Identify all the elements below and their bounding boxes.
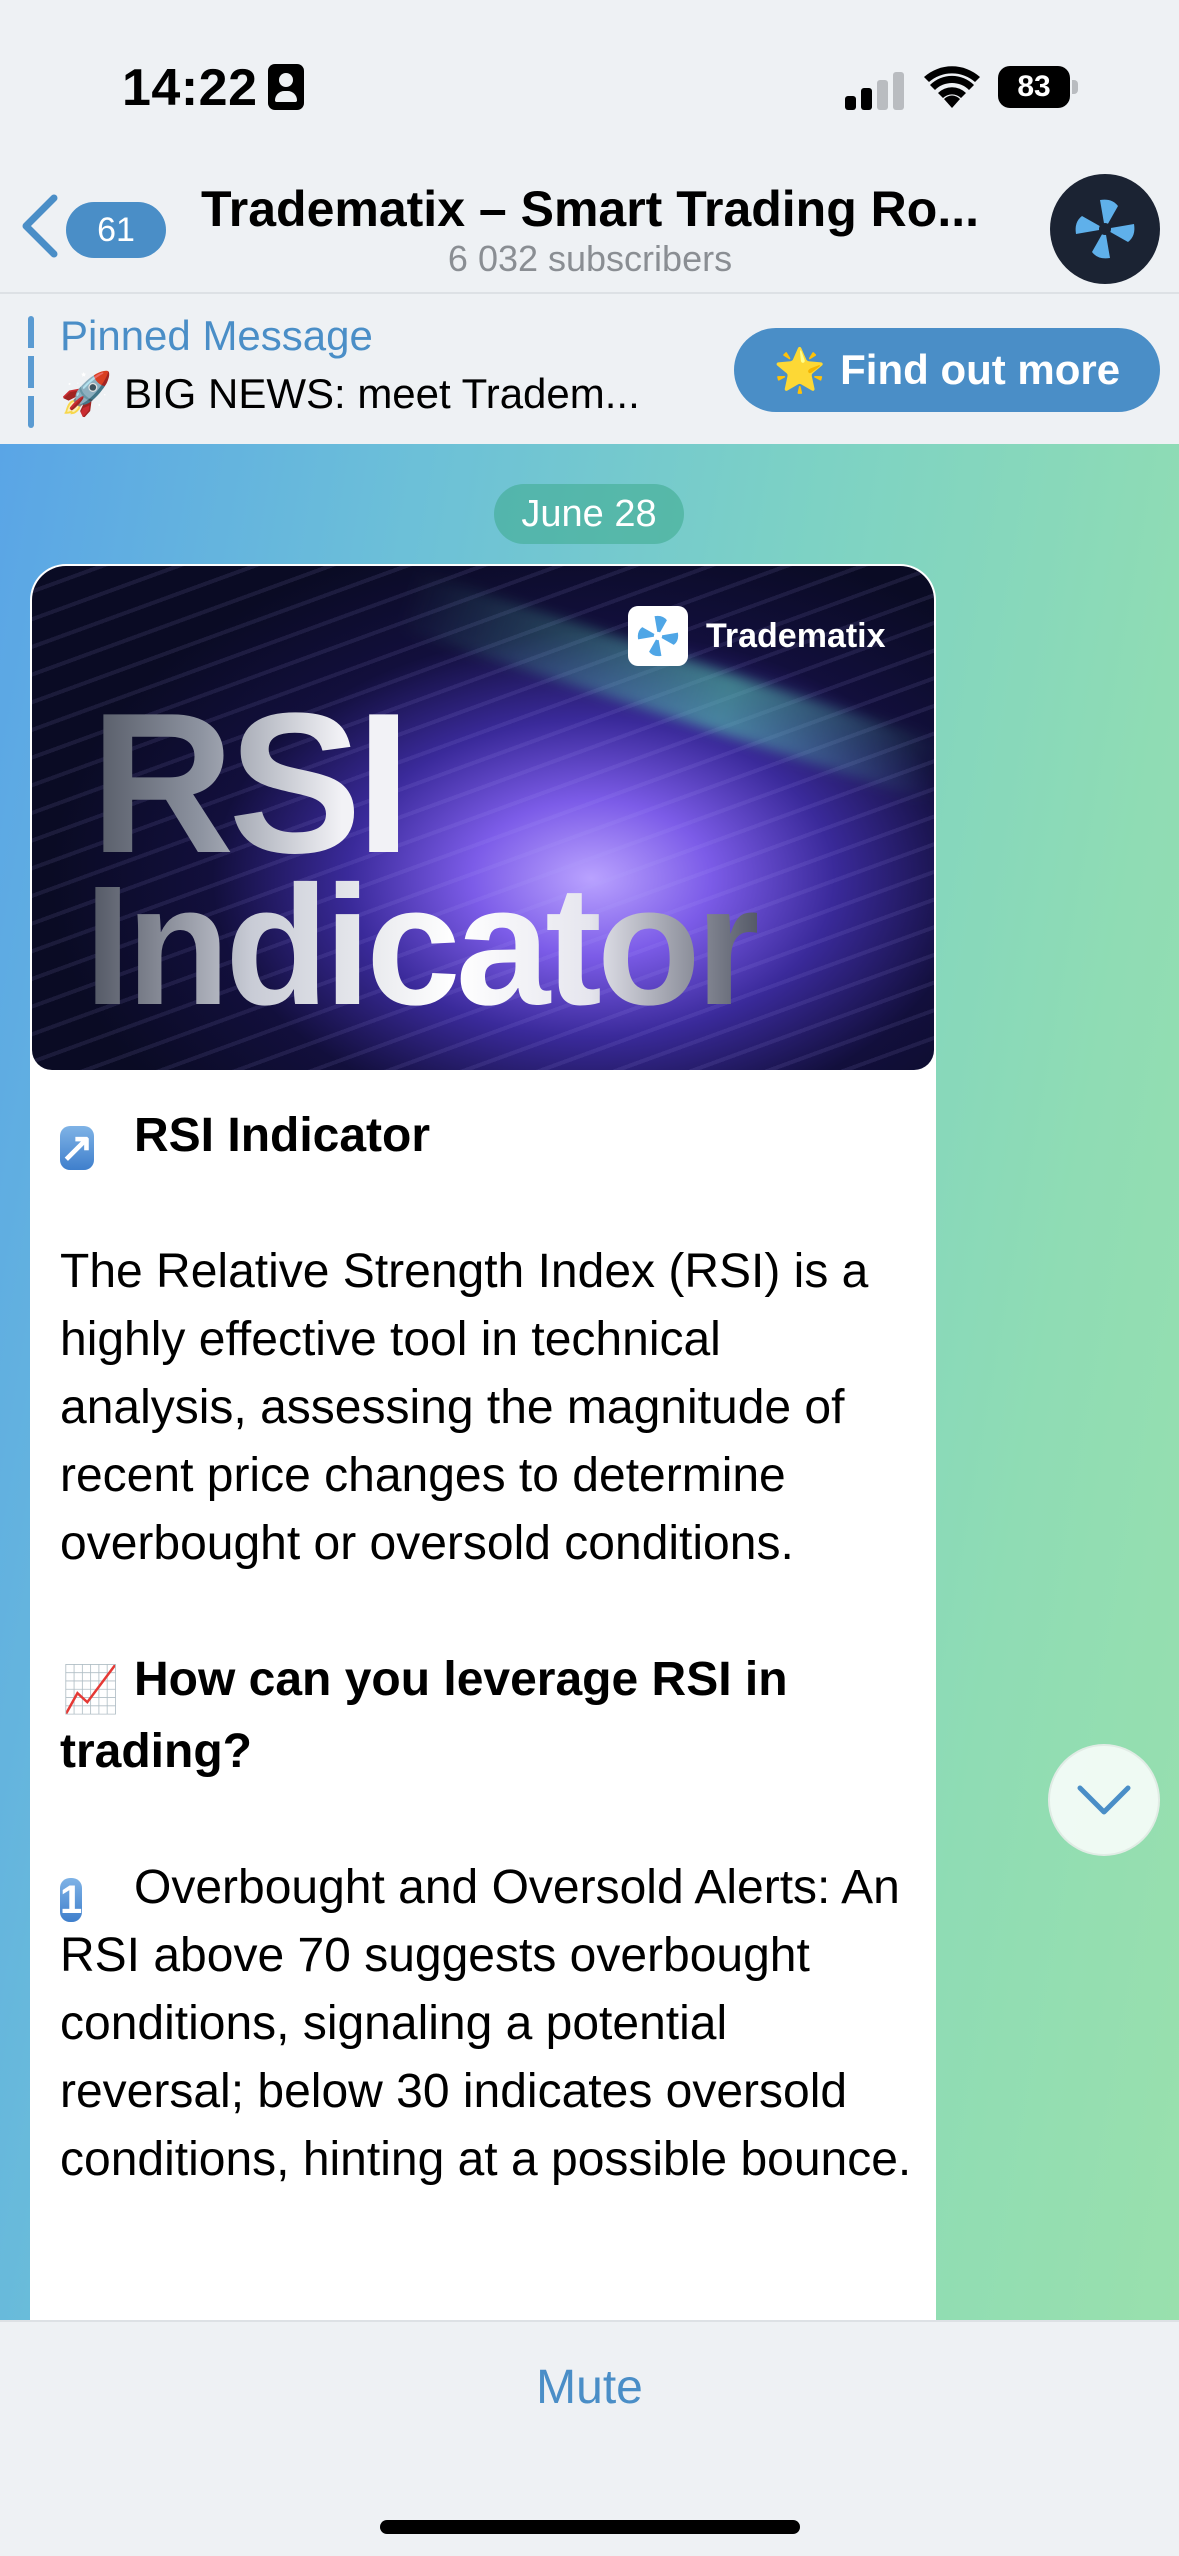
post-list-item-1: 1 Overbought and Oversold Alerts: An RSI … [60,1861,912,2186]
channel-post[interactable]: Tradematix RSI Indicator ↗ RSI Indicator … [30,564,936,2320]
post-image[interactable]: Tradematix RSI Indicator [32,566,934,1070]
chevron-left-icon [22,194,58,258]
chevron-down-icon [1077,1785,1131,1815]
battery-icon: 83 [998,66,1080,108]
chart-increasing-icon: 📈 [62,1663,120,1715]
find-out-more-label: Find out more [840,346,1121,393]
back-button[interactable]: 61 [18,188,166,264]
keycap-one-icon: 1 [60,1878,83,1922]
post-heading-2: 📈 How can you leverage RSI in trading? [60,1653,788,1778]
tradematix-logo-icon [1075,199,1135,259]
home-indicator[interactable] [380,2520,800,2534]
battery-level: 83 [1017,70,1051,103]
post-paragraph-1: The Relative Strength Index (RSI) is a h… [60,1245,869,1570]
channel-avatar[interactable] [1050,174,1160,284]
arrow-up-right-icon: ↗ [60,1126,94,1170]
mute-button[interactable]: Mute [0,2360,1179,2415]
contact-card-icon [268,64,304,110]
unread-count-badge: 61 [66,202,166,258]
tradematix-logo-icon [628,606,688,666]
pinned-title: Pinned Message [60,312,373,359]
image-brand-text: Tradematix [706,616,886,655]
date-separator: June 28 [494,484,684,544]
image-title-line2: Indicator [84,851,762,1041]
bottom-bar: Mute [0,2320,1179,2556]
wifi-icon [924,64,980,110]
star-icon: 🌟 [773,345,827,393]
pinned-indicator [28,316,34,428]
cellular-signal-icon [845,70,905,110]
status-time: 14:22 [122,59,258,117]
chat-header: 61 Tradematix – Smart Trading Ro... 6 03… [0,160,1179,294]
post-heading-1: ↗ RSI Indicator [60,1109,431,1170]
subscriber-count: 6 032 subscribers [447,238,733,279]
status-bar: 14:22 83 [0,0,1179,160]
image-brand: Tradematix [628,606,886,666]
find-out-more-button[interactable]: 🌟 Find out more [734,328,1160,412]
pinned-text: 🚀 BIG NEWS: meet Tradem... [60,370,640,417]
scroll-to-bottom-button[interactable] [1048,1744,1160,1856]
chat-area[interactable]: June 28 Tradematix RSI Indicator ↗ RSI I… [0,444,1179,2320]
pinned-message-bar[interactable]: Pinned Message 🚀 BIG NEWS: meet Tradem..… [0,294,1179,444]
channel-title[interactable]: Tradematix – Smart Trading Ro... [195,180,985,238]
post-text: ↗ RSI Indicator The Relative Strength Ind… [60,1102,920,2194]
